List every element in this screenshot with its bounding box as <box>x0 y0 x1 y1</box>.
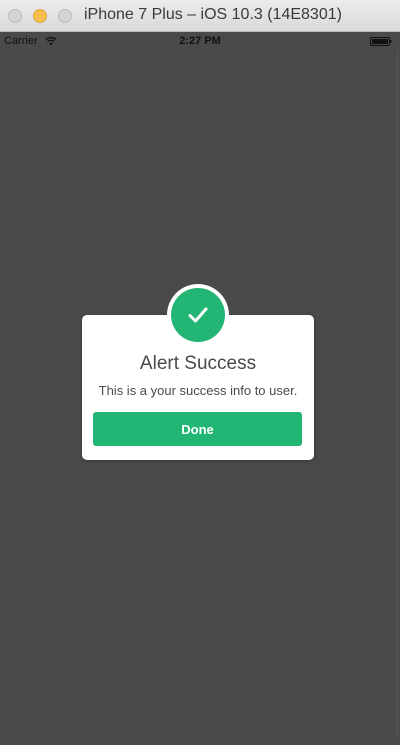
status-time: 2:27 PM <box>179 35 221 47</box>
ios-status-bar: Carrier 2:27 PM <box>0 32 400 50</box>
alert-message: This is a your success info to user. <box>98 383 298 398</box>
done-button[interactable]: Done <box>93 412 302 446</box>
alert-title: Alert Success <box>139 353 257 374</box>
window-titlebar: iPhone 7 Plus – iOS 10.3 (14E8301) <box>0 0 400 32</box>
success-circle <box>171 288 225 342</box>
battery-icon <box>370 37 392 46</box>
zoom-window-button[interactable] <box>58 9 72 23</box>
minimize-window-button[interactable] <box>33 9 47 23</box>
screen-edge <box>397 50 398 740</box>
window-title: iPhone 7 Plus – iOS 10.3 (14E8301) <box>84 6 342 23</box>
checkmark-icon <box>188 307 208 323</box>
alert-icon-badge <box>167 284 229 346</box>
simulator-window: iPhone 7 Plus – iOS 10.3 (14E8301) Carri… <box>0 0 400 745</box>
close-window-button[interactable] <box>8 9 22 23</box>
